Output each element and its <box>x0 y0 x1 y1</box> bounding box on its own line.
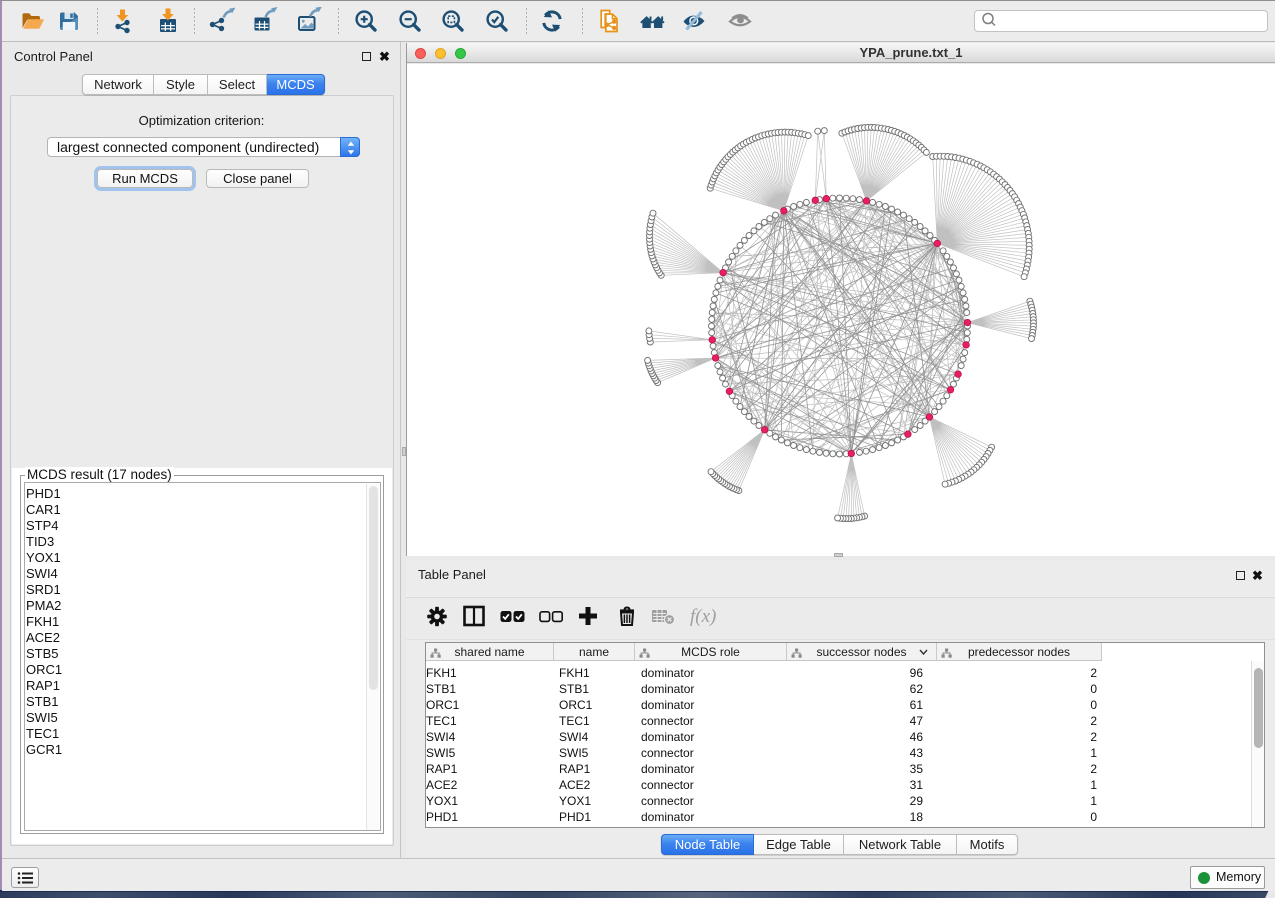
svg-text:f(x): f(x) <box>690 606 716 627</box>
